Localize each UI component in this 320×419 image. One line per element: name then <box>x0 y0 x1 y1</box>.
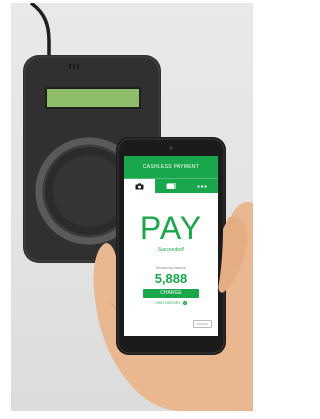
balance-label: Remaining balance <box>156 266 186 270</box>
app-header: CASHLESS PAYMENT <box>124 156 218 178</box>
more-icon <box>197 184 207 188</box>
status-text: Succeeded! <box>157 247 185 253</box>
reader-speaker-grille <box>69 64 79 69</box>
card-icon <box>166 182 176 189</box>
tab-camera[interactable] <box>124 179 156 193</box>
camera-icon <box>135 182 144 189</box>
reader-cable <box>29 3 51 55</box>
phone-camera-icon <box>169 146 173 150</box>
tab-card[interactable] <box>155 179 186 193</box>
pay-heading: PAY <box>139 210 203 246</box>
charge-button[interactable]: CHARGE <box>143 289 199 298</box>
visit-history-link[interactable]: VISIT HISTORY <box>124 301 218 305</box>
balance-value: 5,888 <box>154 271 188 286</box>
tab-bar <box>124 178 218 193</box>
chevron-right-icon <box>182 301 187 305</box>
visit-history-label: VISIT HISTORY <box>155 301 181 305</box>
product-photo: CASHLESS PAYMENT PAY Succeeded! Remainin… <box>11 3 253 411</box>
tab-more[interactable] <box>187 179 218 193</box>
phone-screen: CASHLESS PAYMENT PAY Succeeded! Remainin… <box>124 156 218 336</box>
cancel-button[interactable]: CANCEL <box>193 320 212 328</box>
reader-lcd-display <box>47 89 139 107</box>
